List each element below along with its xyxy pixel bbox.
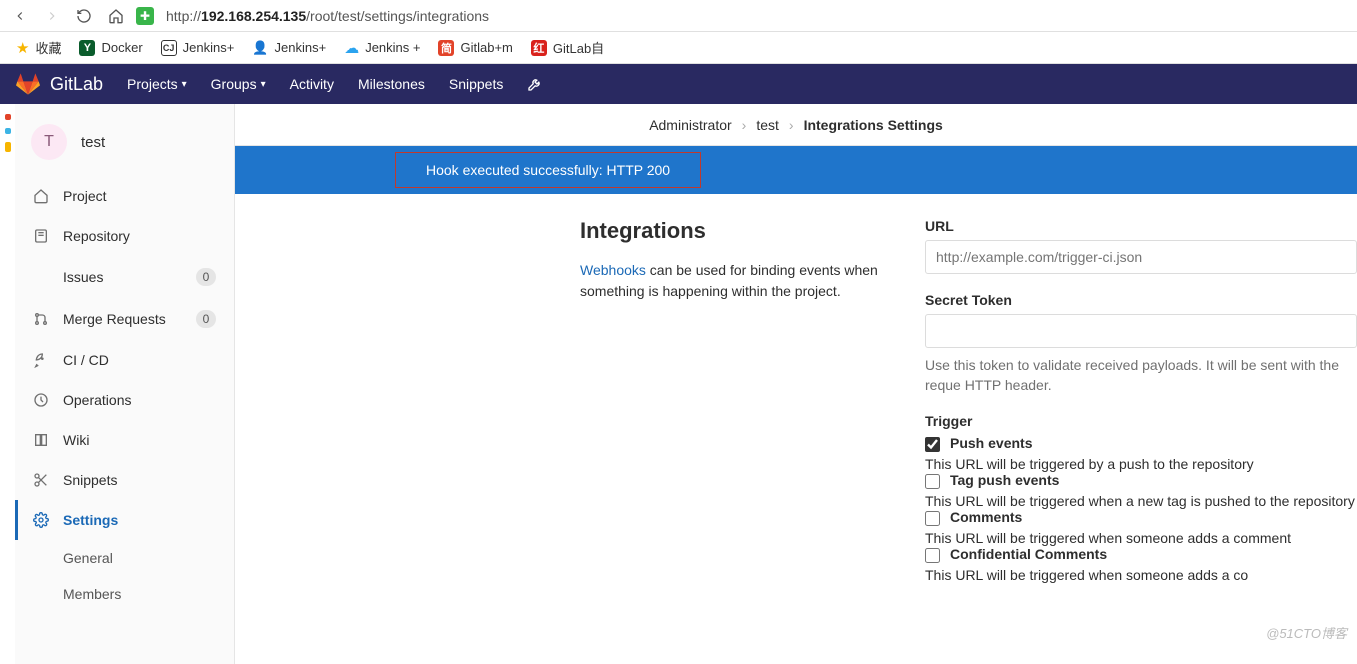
secret-token-help: Use this token to validate received payl… [925, 356, 1357, 395]
webhook-form: URL Secret Token Use this token to valid… [905, 218, 1357, 601]
trigger-push-checkbox[interactable] [925, 437, 940, 452]
bookmarks-bar: ★收藏 YDocker CJJenkins+ 👤Jenkins+ ☁Jenkin… [0, 32, 1357, 64]
sidebar-item-wiki[interactable]: Wiki [15, 420, 234, 460]
project-header[interactable]: T test [15, 114, 234, 176]
trigger-confidential-checkbox[interactable] [925, 548, 940, 563]
sidebar-item-snippets[interactable]: Snippets [15, 460, 234, 500]
url-input[interactable] [925, 240, 1357, 274]
repo-icon [33, 228, 49, 244]
secret-token-input[interactable] [925, 314, 1357, 348]
main-content: Administrator › test › Integrations Sett… [235, 104, 1357, 664]
page-description: Webhooks can be used for binding events … [580, 260, 890, 302]
bookmark-favorites[interactable]: ★收藏 [16, 38, 61, 57]
trigger-comments-checkbox[interactable] [925, 511, 940, 526]
gitlab-icon: 简 [438, 40, 454, 56]
project-sidebar: T test Project Repository Issues 0 Merge… [15, 104, 235, 664]
trigger-tag-push: Tag push events [925, 472, 1357, 489]
trigger-push-desc: This URL will be triggered by a push to … [925, 456, 1357, 472]
trigger-push-events: Push events [925, 435, 1357, 452]
nav-projects[interactable]: Projects ▾ [127, 76, 187, 92]
breadcrumbs: Administrator › test › Integrations Sett… [235, 104, 1357, 146]
book-icon [33, 432, 49, 448]
home-button[interactable] [104, 4, 128, 28]
sidebar-item-operations[interactable]: Operations [15, 380, 234, 420]
trigger-comments: Comments [925, 509, 1357, 526]
url-prefix: http:// [166, 8, 201, 24]
sidebar-item-project[interactable]: Project [15, 176, 234, 216]
jenkins-icon: CJ [161, 40, 177, 56]
docker-icon: Y [79, 40, 95, 56]
project-avatar: T [31, 124, 67, 160]
merge-icon [33, 311, 49, 327]
gitlab-logo[interactable]: GitLab [16, 72, 103, 96]
reload-button[interactable] [72, 4, 96, 28]
gitlab-top-nav: GitLab Projects ▾ Groups ▾ Activity Mile… [0, 64, 1357, 104]
security-shield-icon: ✚ [136, 7, 154, 25]
ribbon-dot [5, 128, 11, 134]
bookmark-docker[interactable]: YDocker [79, 40, 142, 56]
mr-count-badge: 0 [196, 310, 216, 328]
gitlab-tanuki-icon [16, 72, 40, 96]
trigger-confidential-desc: This URL will be triggered when someone … [925, 567, 1357, 583]
flash-message: Hook executed successfully: HTTP 200 [395, 152, 701, 188]
issues-count-badge: 0 [196, 268, 216, 286]
nav-groups[interactable]: Groups ▾ [211, 76, 266, 92]
breadcrumb-administrator[interactable]: Administrator [649, 117, 731, 133]
url-bar[interactable]: http://192.168.254.135/root/test/setting… [162, 8, 1349, 24]
trigger-tag-desc: This URL will be triggered when a new ta… [925, 493, 1357, 509]
jenkins-icon: 👤 [252, 40, 268, 56]
operations-icon [33, 392, 49, 408]
sidebar-item-settings[interactable]: Settings [15, 500, 234, 540]
sidebar-item-merge-requests[interactable]: Merge Requests 0 [15, 298, 234, 340]
bookmark-jenkins-2[interactable]: 👤Jenkins+ [252, 40, 326, 56]
url-path: /root/test/settings/integrations [306, 8, 489, 24]
gear-icon [33, 512, 49, 528]
chevron-down-icon: ▾ [182, 79, 187, 90]
webhooks-link[interactable]: Webhooks [580, 262, 646, 278]
back-button[interactable] [8, 4, 32, 28]
nav-milestones[interactable]: Milestones [358, 76, 425, 92]
gitlab-icon: 红 [531, 40, 547, 56]
trigger-label: Trigger [925, 413, 1357, 429]
bookmark-gitlab-self[interactable]: 红GitLab自 [531, 38, 604, 57]
ribbon-dot [5, 114, 11, 120]
chevron-down-icon: ▾ [261, 79, 266, 90]
chevron-right-icon: › [742, 117, 747, 133]
breadcrumb-current: Integrations Settings [804, 117, 943, 133]
watermark: @51CTO博客 [1266, 623, 1347, 642]
breadcrumb-project[interactable]: test [756, 117, 779, 133]
ribbon-dot [5, 142, 11, 152]
secret-token-label: Secret Token [925, 292, 1357, 308]
rocket-icon [33, 352, 49, 368]
left-ribbon [0, 104, 15, 664]
sidebar-sub-general[interactable]: General [15, 540, 234, 576]
star-icon: ★ [16, 39, 29, 57]
page-title: Integrations [580, 218, 890, 244]
forward-button[interactable] [40, 4, 64, 28]
flash-banner: Hook executed successfully: HTTP 200 [235, 146, 1357, 194]
trigger-comments-desc: This URL will be triggered when someone … [925, 530, 1357, 546]
bookmark-jenkins-1[interactable]: CJJenkins+ [161, 40, 235, 56]
home-icon [33, 188, 49, 204]
trigger-tag-checkbox[interactable] [925, 474, 940, 489]
sidebar-item-issues[interactable]: Issues 0 [15, 256, 234, 298]
url-host: 192.168.254.135 [201, 8, 306, 24]
sidebar-item-repository[interactable]: Repository [15, 216, 234, 256]
chevron-right-icon: › [789, 117, 794, 133]
bookmark-jenkins-3[interactable]: ☁Jenkins + [344, 39, 420, 57]
nav-snippets[interactable]: Snippets [449, 76, 503, 92]
sidebar-item-ci-cd[interactable]: CI / CD [15, 340, 234, 380]
trigger-confidential-comments: Confidential Comments [925, 546, 1357, 563]
nav-activity[interactable]: Activity [290, 76, 334, 92]
sidebar-sub-members[interactable]: Members [15, 576, 234, 612]
bookmark-gitlab-m[interactable]: 简Gitlab+m [438, 40, 512, 56]
project-name: test [81, 134, 105, 151]
brand-text: GitLab [50, 74, 103, 95]
scissors-icon [33, 472, 49, 488]
url-label: URL [925, 218, 1357, 234]
browser-toolbar: ✚ http://192.168.254.135/root/test/setti… [0, 0, 1357, 32]
admin-wrench-icon[interactable] [527, 76, 543, 92]
jenkins-cloud-icon: ☁ [344, 39, 359, 57]
